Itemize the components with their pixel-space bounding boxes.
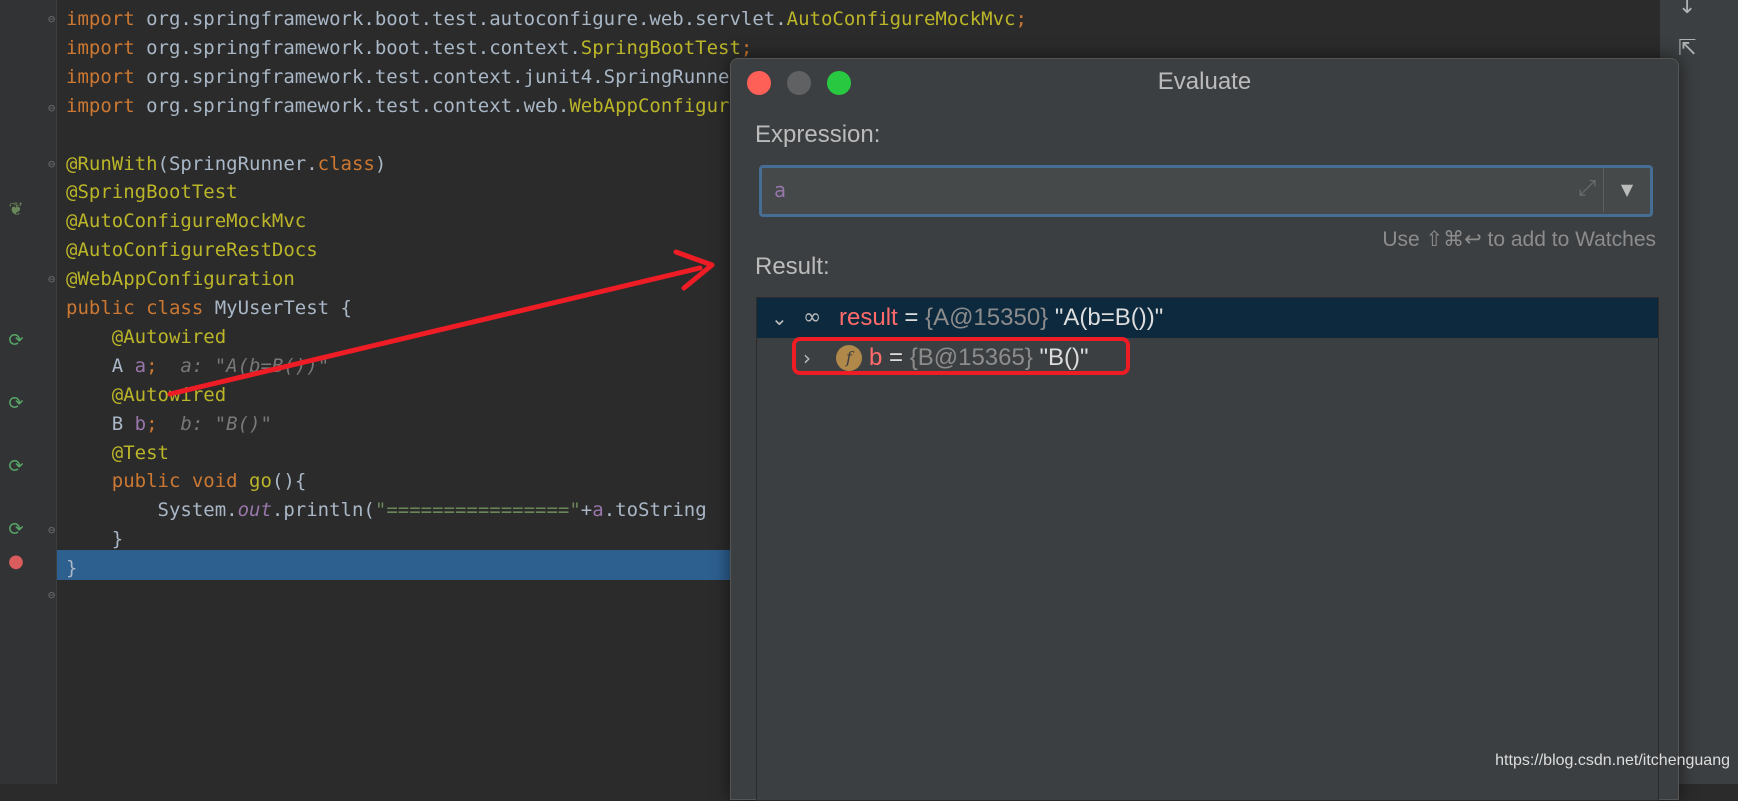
watermark: https://blog.csdn.net/itchenguang bbox=[1495, 752, 1730, 769]
result-name: result bbox=[839, 304, 898, 331]
result-label: Result: bbox=[755, 253, 830, 280]
result-value: "A(b=B())" bbox=[1048, 304, 1164, 331]
chevron-down-icon[interactable]: ⌄ bbox=[771, 298, 788, 338]
result-type: {A@15350} bbox=[925, 304, 1049, 331]
evaluate-dialog: Evaluate Expression: a ⤢ ▼ Use ⇧⌘↩ to ad… bbox=[730, 58, 1679, 801]
expression-label: Expression: bbox=[755, 121, 881, 148]
dialog-title: Evaluate bbox=[1157, 68, 1252, 95]
expression-input[interactable]: a ⤢ ▼ bbox=[759, 165, 1653, 217]
expression-value[interactable]: a bbox=[774, 168, 786, 212]
expand-icon[interactable]: ⤢ bbox=[1578, 176, 1596, 201]
result-tree-row[interactable]: ⌄ ∞ result = {A@15350} "A(b=B())" bbox=[757, 298, 1658, 338]
watch-glasses-icon: ∞ bbox=[803, 305, 822, 330]
dialog-titlebar[interactable]: Evaluate bbox=[731, 59, 1678, 105]
history-dropdown-button[interactable]: ▼ bbox=[1603, 168, 1650, 212]
highlight-annotation-box bbox=[792, 337, 1130, 375]
result-equals: = bbox=[897, 304, 926, 331]
result-tree[interactable]: ⌄ ∞ result = {A@15350} "A(b=B())" › f b … bbox=[756, 297, 1659, 801]
watches-hint: Use ⇧⌘↩ to add to Watches bbox=[1382, 228, 1656, 251]
